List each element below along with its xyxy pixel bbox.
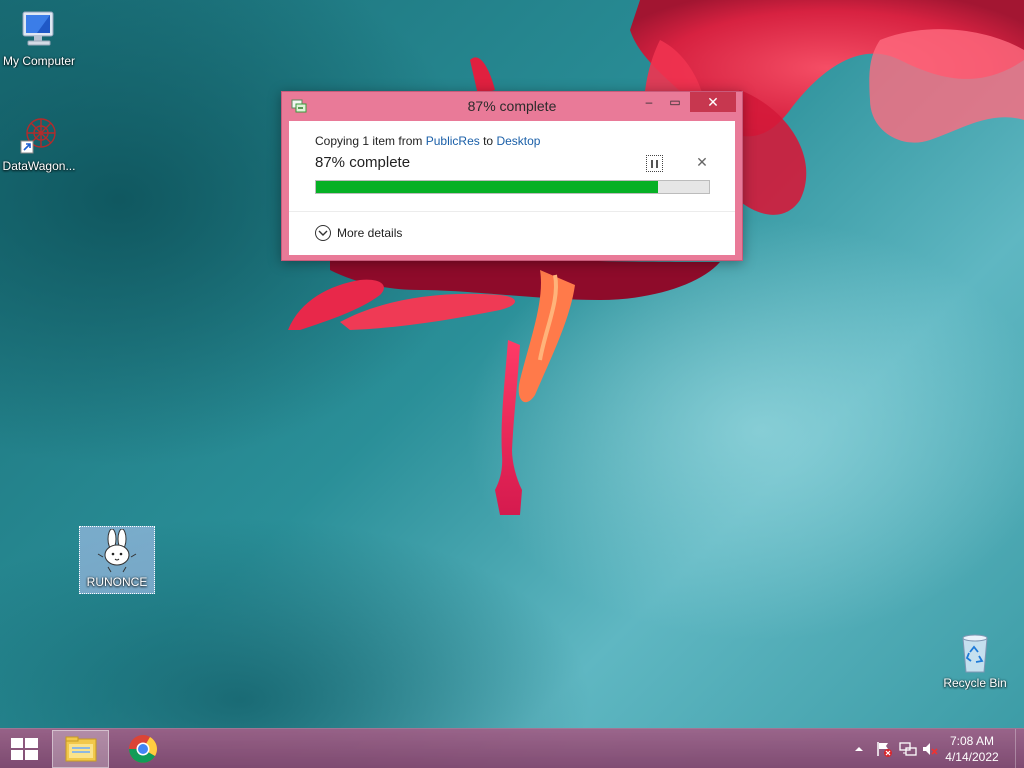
- start-button[interactable]: [0, 729, 48, 768]
- dialog-body: Copying 1 item from PublicRes to Desktop…: [289, 121, 735, 255]
- show-desktop-button[interactable]: [1015, 729, 1024, 768]
- close-button[interactable]: ✕: [690, 92, 736, 112]
- more-details-label: More details: [337, 226, 403, 240]
- copy-description: Copying 1 item from PublicRes to Desktop: [315, 134, 540, 148]
- desktop: My Computer DataWagon... RUNONCE Recycle…: [0, 0, 1024, 768]
- desktop-icon-label: Recycle Bin: [943, 676, 1007, 690]
- minimize-icon: –: [645, 95, 653, 109]
- taskbar-file-explorer[interactable]: [52, 730, 109, 768]
- cancel-button[interactable]: ✕: [695, 154, 709, 170]
- windows-logo-icon: [11, 738, 38, 760]
- source-folder-link[interactable]: PublicRes: [426, 134, 480, 148]
- desktop-icon-runonce[interactable]: RUNONCE: [79, 526, 155, 594]
- taskbar: 7:08 AM 4/14/2022: [0, 728, 1024, 768]
- cancel-icon: ✕: [696, 154, 708, 170]
- desktop-icon-label: RUNONCE: [86, 575, 148, 589]
- desktop-icon-label: DataWagon...: [2, 159, 76, 173]
- dialog-divider: [289, 211, 735, 212]
- to-word-text: to: [479, 134, 497, 148]
- desktop-icon-label: My Computer: [2, 54, 76, 68]
- copy-progress-dialog: 87% complete – ▭ ✕ Copying 1 item from P…: [281, 91, 743, 261]
- clock-date: 4/14/2022: [945, 750, 999, 764]
- volume-button[interactable]: [920, 739, 940, 759]
- file-explorer-icon: [65, 736, 97, 762]
- progress-bar-fill: [316, 181, 658, 193]
- clock-time: 7:08 AM: [949, 734, 995, 748]
- maximize-button[interactable]: ▭: [662, 92, 688, 112]
- copy-prefix-text: Copying 1 item from: [315, 134, 426, 148]
- tray-clock[interactable]: 7:08 AM 4/14/2022: [942, 733, 1002, 765]
- datawagon-shortcut-icon: [19, 115, 59, 155]
- chrome-icon: [129, 735, 157, 763]
- dialog-titlebar[interactable]: 87% complete – ▭ ✕: [282, 92, 742, 121]
- chevron-down-icon: [315, 225, 331, 241]
- recycle-bin-icon: [955, 632, 995, 673]
- action-center-flag-icon: [877, 742, 892, 757]
- pause-icon: [656, 159, 658, 168]
- computer-icon: [19, 10, 59, 50]
- volume-muted-icon: [923, 743, 938, 755]
- desktop-icon-datawagon[interactable]: DataWagon...: [0, 115, 78, 173]
- destination-folder-link[interactable]: Desktop: [496, 134, 540, 148]
- progress-status-text: 87% complete: [315, 154, 411, 171]
- minimize-button[interactable]: –: [636, 92, 662, 112]
- progress-bar: [315, 180, 710, 194]
- network-icon: [899, 742, 917, 756]
- pause-button[interactable]: [646, 155, 663, 172]
- pause-icon: [651, 159, 653, 168]
- show-hidden-icons-icon: [855, 747, 863, 751]
- rabbit-icon: [94, 528, 140, 573]
- taskbar-chrome[interactable]: [114, 730, 171, 768]
- more-details-button[interactable]: More details: [315, 223, 402, 243]
- desktop-icon-my-computer[interactable]: My Computer: [0, 10, 78, 68]
- desktop-icon-recycle-bin[interactable]: Recycle Bin: [936, 632, 1014, 690]
- action-center-button[interactable]: [874, 739, 894, 759]
- close-icon: ✕: [707, 94, 719, 110]
- network-button[interactable]: [898, 739, 918, 759]
- show-hidden-icons-button[interactable]: [852, 739, 866, 759]
- maximize-icon: ▭: [669, 95, 681, 109]
